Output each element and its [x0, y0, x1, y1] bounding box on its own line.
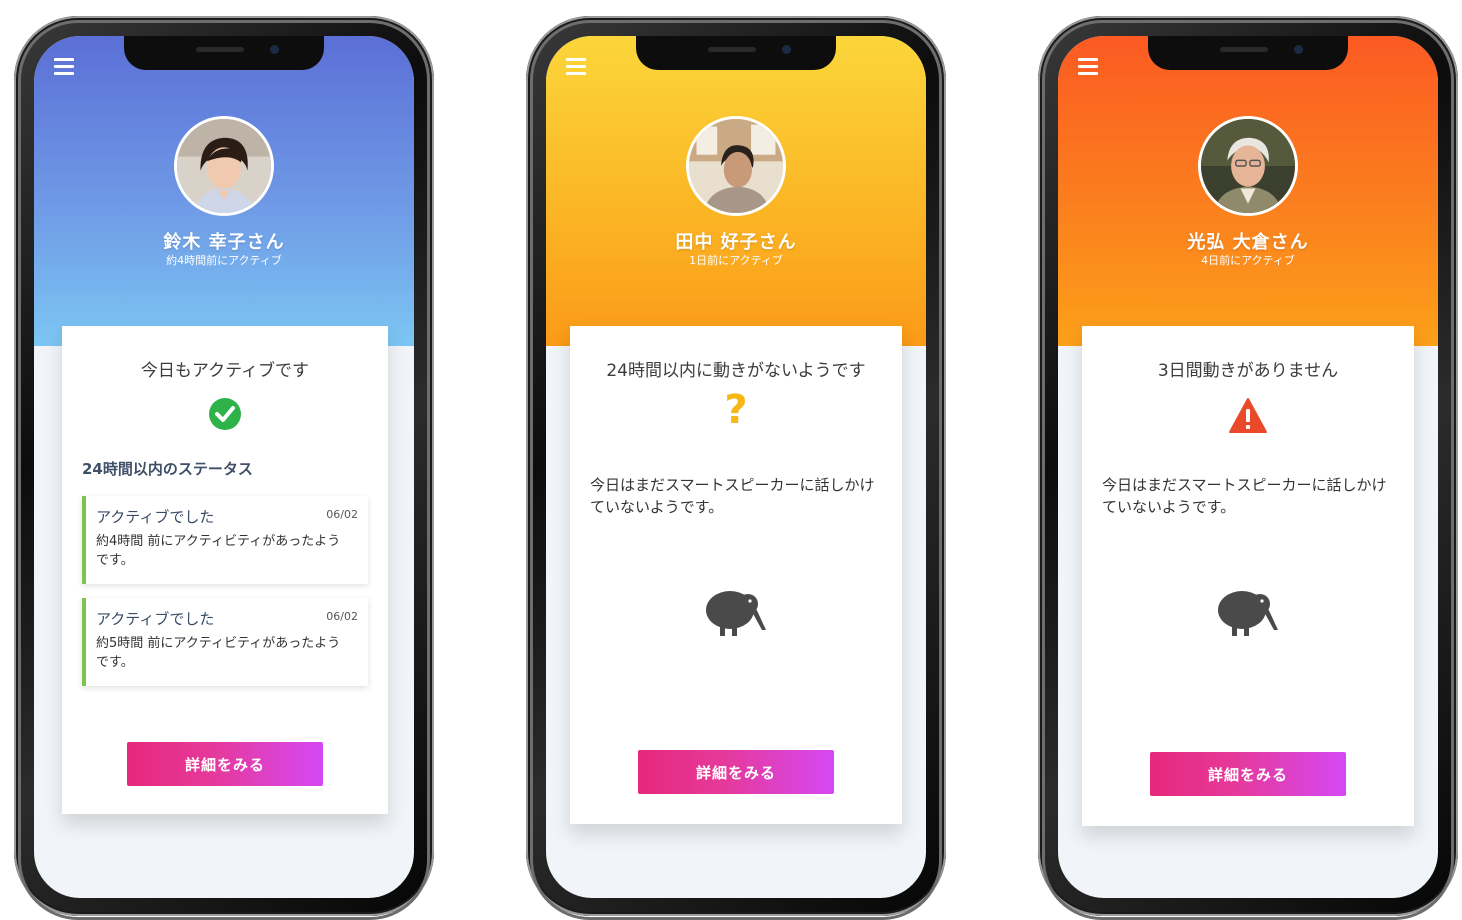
user-name: 光弘 大倉さん — [1187, 232, 1309, 253]
entry-date: 06/02 — [326, 508, 358, 521]
kiwi-bird-icon — [704, 586, 768, 640]
status-title: 3日間動きがありません — [1157, 361, 1339, 381]
avatar — [686, 116, 786, 216]
profile-header: 田中 好子さん 1日前にアクティブ — [546, 36, 926, 346]
status-title: 今日もアクティブです — [140, 361, 310, 381]
hamburger-menu-icon[interactable] — [1078, 58, 1098, 76]
entry-description: 約5時間 前にアクティビティがあったようです。 — [96, 636, 341, 670]
last-active-text: 1日前にアクティブ — [689, 254, 783, 267]
avatar — [174, 116, 274, 216]
hamburger-menu-icon[interactable] — [566, 58, 586, 76]
phone-screen: 光弘 大倉さん 4日前にアクティブ 3日間動きがありません 今日はまだスマートス… — [1058, 36, 1438, 898]
last-active-text: 約4時間前にアクティブ — [166, 254, 282, 267]
view-details-button[interactable]: 詳細をみる — [638, 750, 834, 794]
phone-notch — [124, 36, 324, 70]
question-mark-icon: ? — [724, 387, 748, 433]
entry-date: 06/02 — [326, 610, 358, 623]
status-card: 24時間以内に動きがないようです ? 今日はまだスマートスピーカーに話しかけてい… — [570, 326, 902, 824]
last-active-text: 4日前にアクティブ — [1201, 254, 1295, 267]
user-name: 田中 好子さん — [675, 232, 797, 253]
phone-frame-suzuki: 鈴木 幸子さん 約4時間前にアクティブ 今日もアクティブです 24時間以内のステ… — [14, 16, 434, 920]
phone-screen: 鈴木 幸子さん 約4時間前にアクティブ 今日もアクティブです 24時間以内のステ… — [34, 36, 414, 898]
entry-title: アクティブでした — [96, 508, 215, 526]
kiwi-bird-icon — [1216, 586, 1280, 640]
user-name: 鈴木 幸子さん — [163, 232, 285, 253]
phone-notch — [636, 36, 836, 70]
phone-screen: 田中 好子さん 1日前にアクティブ 24時間以内に動きがないようです ? 今日は… — [546, 36, 926, 898]
section-title: 24時間以内のステータス — [82, 460, 253, 478]
entry-description: 約4時間 前にアクティビティがあったようです。 — [96, 534, 341, 568]
entry-title: アクティブでした — [96, 610, 215, 628]
phone-frame-tanaka: 田中 好子さん 1日前にアクティブ 24時間以内に動きがないようです ? 今日は… — [526, 16, 946, 920]
activity-entry[interactable]: アクティブでした 06/02 約5時間 前にアクティビティがあったようです。 — [82, 598, 368, 686]
hamburger-menu-icon[interactable] — [54, 58, 74, 76]
status-title: 24時間以内に動きがないようです — [606, 361, 866, 381]
profile-header: 鈴木 幸子さん 約4時間前にアクティブ — [34, 36, 414, 346]
activity-entry[interactable]: アクティブでした 06/02 約4時間 前にアクティビティがあったようです。 — [82, 496, 368, 584]
view-details-button[interactable]: 詳細をみる — [127, 742, 323, 786]
warning-triangle-icon — [1228, 396, 1268, 436]
status-message: 今日はまだスマートスピーカーに話しかけていないようです。 — [590, 476, 875, 516]
phone-notch — [1148, 36, 1348, 70]
phone-frame-okura: 光弘 大倉さん 4日前にアクティブ 3日間動きがありません 今日はまだスマートス… — [1038, 16, 1458, 920]
status-card: 今日もアクティブです 24時間以内のステータス アクティブでした 06/02 約… — [62, 326, 388, 814]
avatar — [1198, 116, 1298, 216]
profile-header: 光弘 大倉さん 4日前にアクティブ — [1058, 36, 1438, 346]
view-details-button[interactable]: 詳細をみる — [1150, 752, 1346, 796]
check-circle-icon — [205, 394, 245, 434]
status-card: 3日間動きがありません 今日はまだスマートスピーカーに話しかけていないようです。 — [1082, 326, 1414, 826]
status-message: 今日はまだスマートスピーカーに話しかけていないようです。 — [1102, 476, 1387, 516]
